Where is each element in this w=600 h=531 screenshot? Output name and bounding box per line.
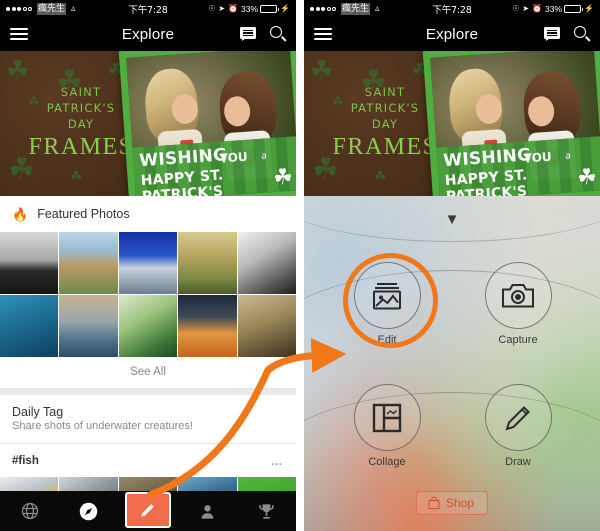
nav-actions bbox=[240, 26, 287, 42]
hero-overlay-word-3: a bbox=[565, 151, 572, 162]
photo-thumbnail[interactable] bbox=[118, 232, 178, 294]
hero-line-2: PATRICK'S bbox=[350, 101, 420, 115]
hero-line-1: SAINT bbox=[60, 85, 102, 99]
status-bar-right: 瘋先生 ▵ 下午7:28 ☉ ➤ ⏰ 33% ⚡ bbox=[304, 0, 600, 17]
featured-photo-grid bbox=[0, 232, 296, 357]
tab-bar-left bbox=[0, 491, 296, 531]
menu-item-label: Edit bbox=[377, 334, 397, 346]
message-bubble-icon[interactable] bbox=[240, 27, 256, 41]
clover-icon: ☘ bbox=[310, 55, 334, 85]
tab-compass[interactable] bbox=[59, 491, 118, 531]
phone-screen-left: 瘋先生 ▵ 下午7:28 ☉ ➤ ⏰ 33% ⚡ Explore ☘ ☘ ☘ ☘… bbox=[0, 0, 296, 531]
photo-edit-icon[interactable] bbox=[353, 262, 421, 329]
clover-icon: ☘ bbox=[272, 164, 294, 191]
hero-overlay-word-2: YOU bbox=[522, 149, 553, 166]
phone-screen-right: 瘋先生 ▵ 下午7:28 ☉ ➤ ⏰ 33% ⚡ Explore ☘ ☘ ☘ ☘… bbox=[304, 0, 600, 531]
hero-line-4: FRAMES bbox=[28, 134, 134, 160]
hero-headline: SAINT PATRICK'S DAY FRAMES bbox=[26, 85, 136, 161]
menu-item-collage[interactable]: Collage bbox=[348, 384, 426, 468]
tab-profile[interactable] bbox=[178, 491, 237, 531]
search-icon[interactable] bbox=[270, 26, 287, 42]
flame-icon: 🔥 bbox=[12, 206, 29, 222]
daily-tag-title: Daily Tag bbox=[12, 405, 64, 419]
camera-icon[interactable] bbox=[484, 262, 552, 329]
hero-line-3: DAY bbox=[67, 117, 95, 131]
status-bar-time: 下午7:28 bbox=[128, 4, 168, 16]
shop-label: Shop bbox=[445, 496, 475, 510]
clover-icon: ☘ bbox=[576, 164, 598, 191]
tab-globe[interactable] bbox=[0, 491, 59, 531]
chevron-collapse-handle-icon[interactable]: ▼ bbox=[439, 212, 465, 227]
create-button[interactable] bbox=[125, 491, 171, 528]
nav-bar-right: Explore bbox=[304, 17, 600, 51]
photo-thumbnail[interactable] bbox=[118, 295, 178, 357]
nav-bar-left: Explore bbox=[0, 17, 296, 51]
menu-item-label: Draw bbox=[505, 456, 531, 468]
featured-photos-title: Featured Photos bbox=[37, 207, 130, 221]
content-scroll-left[interactable]: 🔥 Featured Photos See All Daily Tag Shar… bbox=[0, 196, 296, 531]
shop-button[interactable]: Shop bbox=[415, 491, 489, 515]
pencil-draw-icon[interactable] bbox=[484, 384, 552, 451]
tag-label[interactable]: #fish bbox=[12, 455, 39, 467]
hamburger-menu-icon[interactable] bbox=[10, 28, 28, 40]
clover-icon: ☘ bbox=[70, 168, 83, 184]
collage-grid-icon[interactable] bbox=[353, 384, 421, 451]
photo-thumbnail[interactable] bbox=[237, 232, 296, 294]
hero-overlay-word-3: a bbox=[261, 151, 268, 162]
battery-shell bbox=[564, 4, 584, 13]
photo-thumbnail[interactable] bbox=[0, 295, 59, 357]
tab-create[interactable] bbox=[118, 491, 177, 531]
clover-icon: ☘ bbox=[374, 168, 387, 184]
message-bubble-icon[interactable] bbox=[544, 27, 560, 41]
menu-item-edit[interactable]: Edit bbox=[348, 262, 426, 346]
hero-line-1: SAINT bbox=[364, 85, 406, 99]
hero-photo-frame: WISHING YOU a HAPPY ST. PATRICK'S ☘ bbox=[422, 51, 600, 196]
menu-item-capture[interactable]: Capture bbox=[479, 262, 557, 346]
battery-shell bbox=[260, 4, 280, 13]
hero-line-3: DAY bbox=[371, 117, 399, 131]
search-icon[interactable] bbox=[574, 26, 591, 42]
hero-line-2: PATRICK'S bbox=[46, 101, 116, 115]
hero-photo-frame: WISHING YOU a HAPPY ST. PATRICK'S ☘ bbox=[118, 51, 296, 196]
hero-banner-left[interactable]: ☘ ☘ ☘ ☘ ☘ ☘ SAINT PATRICK'S DAY FRAMES W… bbox=[0, 51, 296, 196]
screenshot-root: 瘋先生 ▵ 下午7:28 ☉ ➤ ⏰ 33% ⚡ Explore ☘ ☘ ☘ ☘… bbox=[0, 0, 600, 531]
status-bar-time: 下午7:28 bbox=[432, 4, 472, 16]
photo-thumbnail[interactable] bbox=[178, 295, 237, 357]
hero-banner-right[interactable]: ☘ ☘ ☘ ☘ ☘ ☘ SAINT PATRICK'S DAY FRAMES W… bbox=[304, 51, 600, 196]
photo-thumbnail[interactable] bbox=[0, 232, 59, 294]
hero-line-4: FRAMES bbox=[332, 134, 438, 160]
tag-row: #fish … bbox=[0, 444, 296, 477]
clover-icon: ☘ bbox=[6, 55, 30, 85]
photo-thumbnail[interactable] bbox=[237, 295, 296, 357]
more-options-icon[interactable]: … bbox=[271, 454, 285, 468]
menu-item-label: Capture bbox=[498, 334, 538, 346]
nav-actions bbox=[544, 26, 591, 42]
hero-overlay-word-2: YOU bbox=[218, 149, 249, 166]
featured-photos-header: 🔥 Featured Photos bbox=[0, 196, 296, 232]
photo-thumbnail[interactable] bbox=[59, 295, 118, 357]
menu-item-label: Collage bbox=[368, 456, 406, 468]
see-all-button[interactable]: See All bbox=[0, 357, 296, 388]
photo-thumbnail[interactable] bbox=[178, 232, 237, 294]
tab-trophy[interactable] bbox=[237, 491, 296, 531]
menu-item-draw[interactable]: Draw bbox=[479, 384, 557, 468]
photo-thumbnail[interactable] bbox=[59, 232, 118, 294]
status-bar-left: 瘋先生 ▵ 下午7:28 ☉ ➤ ⏰ 33% ⚡ bbox=[0, 0, 296, 17]
daily-tag-subtitle: Share shots of underwater creatures! bbox=[12, 420, 193, 432]
radial-create-menu[interactable]: ▼ Edit Capture Collage Draw Shop bbox=[304, 196, 600, 531]
hero-headline: SAINT PATRICK'S DAY FRAMES bbox=[330, 85, 440, 161]
hamburger-menu-icon[interactable] bbox=[314, 28, 332, 40]
featured-photos-card: 🔥 Featured Photos See All bbox=[0, 196, 296, 388]
